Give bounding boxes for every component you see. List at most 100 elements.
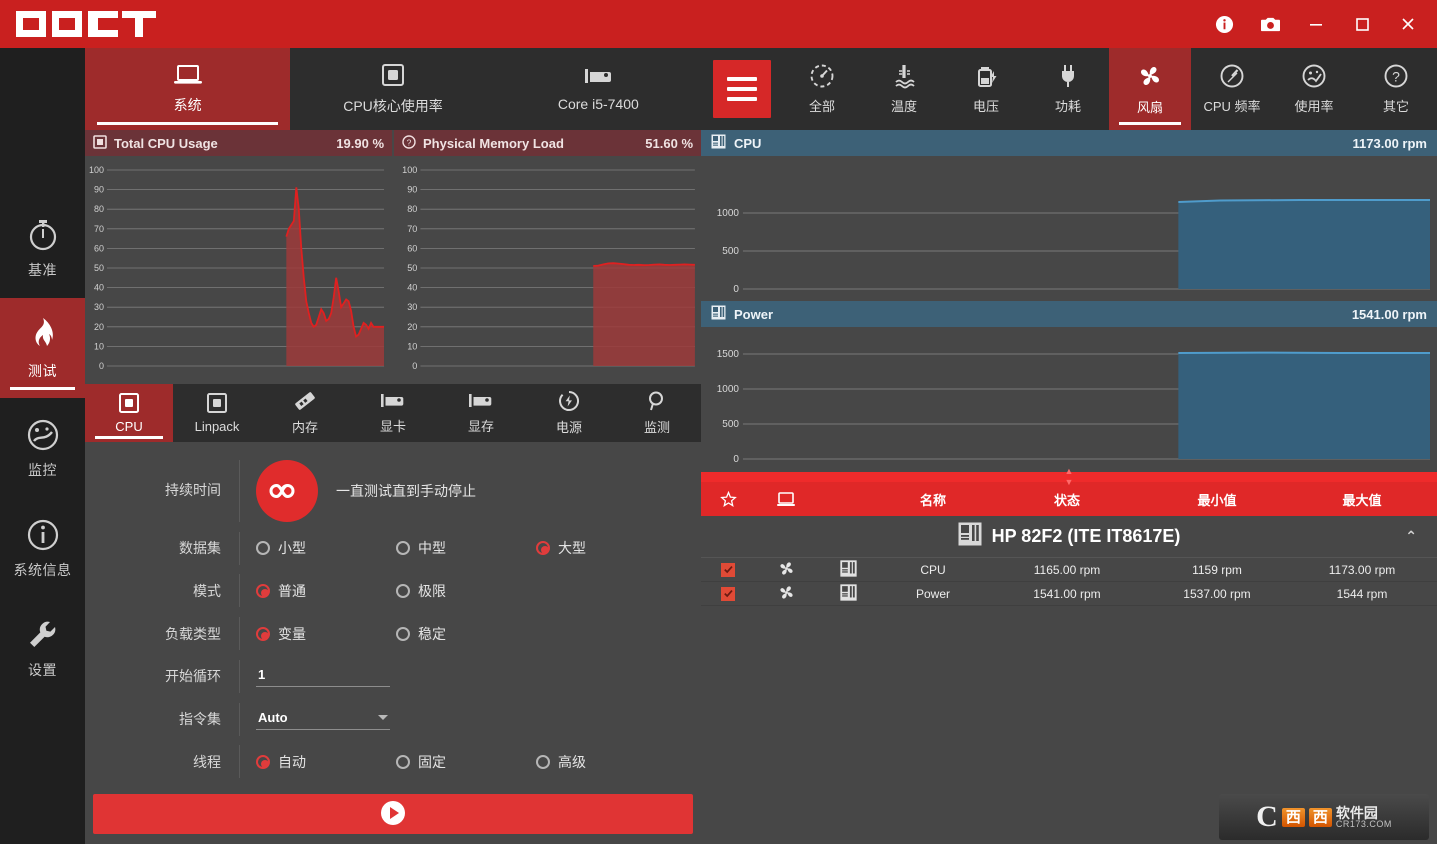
tab-test-linpack[interactable]: Linpack [173,384,261,442]
radio-label: 固定 [418,753,446,770]
svg-text:90: 90 [94,185,104,195]
sensor-tab-label: 风扇 [1136,100,1163,115]
sensor-tab-all[interactable]: 全部 [781,48,863,130]
tab-test-monitor[interactable]: 监测 [613,384,701,442]
sidebar-item-system-info[interactable]: 系统信息 [0,498,85,598]
sidebar-item-test[interactable]: 测试 [0,298,85,398]
radio-label: 自动 [278,753,306,770]
sidebar-item-label: 设置 [28,661,57,678]
sensor-tab-power[interactable]: 功耗 [1027,48,1109,130]
minimize-icon[interactable] [1293,4,1339,44]
occt-logo [14,9,164,39]
tab-label: Linpack [194,419,240,434]
threads-option-advanced[interactable]: 高级 [536,752,676,772]
dataset-option-medium[interactable]: 中型 [396,538,536,558]
window-controls [1201,4,1431,44]
tab-label: 显存 [467,419,494,434]
tab-cpu-core-usage[interactable]: CPU核心使用率 [290,48,495,130]
radio-label: 普通 [278,582,306,599]
question-icon: ? [402,134,416,152]
column-header-max[interactable]: 最大值 [1287,490,1437,509]
row-checkbox[interactable] [701,586,755,601]
meter-total-cpu-usage: Total CPU Usage 19.90 % 100 90 80 70 60 … [85,130,392,384]
chevron-down-icon [378,715,388,721]
tab-label: 监测 [643,420,670,435]
sidebar-item-monitoring[interactable]: 监控 [0,398,85,498]
table-row[interactable]: Power 1541.00 rpm 1537.00 rpm 1544 rpm [701,582,1437,606]
info-icon[interactable] [1201,4,1247,44]
infinity-icon[interactable] [256,460,318,522]
table-header-row: 名称 状态 最小值 最大值 [701,482,1437,516]
threads-option-fixed[interactable]: 固定 [396,752,536,772]
tab-test-vram[interactable]: 显存 [437,384,525,442]
svg-text:80: 80 [94,204,104,214]
dataset-option-small[interactable]: 小型 [256,538,396,558]
radio-label: 中型 [418,540,446,557]
mode-option-extreme[interactable]: 极限 [396,581,536,601]
svg-text:10: 10 [94,341,104,351]
watermark-box-1: 西 [1281,807,1305,827]
graph-value: 1541.00 rpm [1351,306,1427,322]
sidebar-item-benchmark[interactable]: 基准 [0,198,85,298]
watermark-letter: C [1256,800,1278,833]
center-column: 系统 CPU核心使用率 Core i5-7400 Total CPU Usage… [85,48,701,844]
meter-name: Total CPU Usage [114,135,218,151]
monitor-icon[interactable] [755,491,817,508]
meter-physical-memory-load: ? Physical Memory Load 51.60 % 100 90 80… [392,130,701,384]
watermark-line-1: 软件园 [1335,804,1378,821]
svg-text:0: 0 [99,361,104,371]
column-header-name[interactable]: 名称 [879,490,987,509]
threads-option-auto[interactable]: 自动 [256,752,396,772]
load-type-field: 变量 稳定 [240,617,701,650]
cpu-icon [118,392,140,417]
sensor-tab-temperature[interactable]: 温度 [863,48,945,130]
tab-test-memory[interactable]: 内存 [261,384,349,442]
sidebar-item-settings[interactable]: 设置 [0,598,85,698]
speedometer-icon [1219,63,1245,92]
radio-indicator [536,541,550,556]
tab-system[interactable]: 系统 [85,48,291,130]
tab-core-i5-7400[interactable]: Core i5-7400 [496,48,701,130]
maximize-icon[interactable] [1339,4,1385,44]
chart-cpu-fan: 1000 500 0 [701,156,1437,301]
panel-splitter[interactable]: ▲ ▼ [701,467,1437,487]
screenshot-icon[interactable] [1247,4,1293,44]
tab-test-cpu[interactable]: CPU [85,384,173,442]
chevron-up-icon[interactable]: ⌃ [1405,528,1417,545]
sensor-tab-fan[interactable]: 风扇 [1109,48,1191,130]
svg-text:500: 500 [722,419,739,430]
dataset-option-large[interactable]: 大型 [536,538,676,558]
sensor-tab-label: 其它 [1382,99,1409,114]
instruction-set-select[interactable]: Auto [256,708,390,731]
star-icon[interactable] [701,490,755,508]
sensor-tab-cpu-frequency[interactable]: CPU 频率 [1191,48,1273,130]
load-type-option-steady[interactable]: 稳定 [396,624,536,644]
sensor-tab-usage[interactable]: 使用率 [1273,48,1355,130]
gpu-icon [583,66,613,91]
start-test-button[interactable] [93,794,693,834]
tab-test-power[interactable]: 电源 [525,384,613,442]
start-cycle-input[interactable] [256,665,390,688]
play-icon [378,798,408,831]
graph-name: CPU [734,135,762,151]
mode-option-normal[interactable]: 普通 [256,581,396,601]
svg-text:?: ? [407,137,412,147]
radio-label: 大型 [558,540,586,557]
sensor-tab-other[interactable]: ? 其它 [1355,48,1437,130]
radio-indicator [256,583,270,598]
table-row[interactable]: CPU 1165.00 rpm 1159 rpm 1173.00 rpm [701,558,1437,582]
sensor-tab-voltage[interactable]: 电压 [945,48,1027,130]
radio-indicator [396,626,410,641]
row-checkbox[interactable] [701,562,755,577]
column-header-min[interactable]: 最小值 [1147,490,1287,509]
menu-icon[interactable] [713,60,771,118]
close-icon[interactable] [1385,4,1431,44]
table-group-row[interactable]: HP 82F2 (ITE IT8617E) ⌃ [701,516,1437,558]
svg-text:30: 30 [407,302,417,312]
column-header-status[interactable]: 状态 [987,490,1147,509]
tab-label: CPU核心使用率 [343,98,443,114]
chip-icon [380,62,406,91]
load-type-option-variable[interactable]: 变量 [256,624,396,644]
duration-text: 一直测试直到手动停止 [336,483,476,499]
tab-test-gpu[interactable]: 显卡 [349,384,437,442]
